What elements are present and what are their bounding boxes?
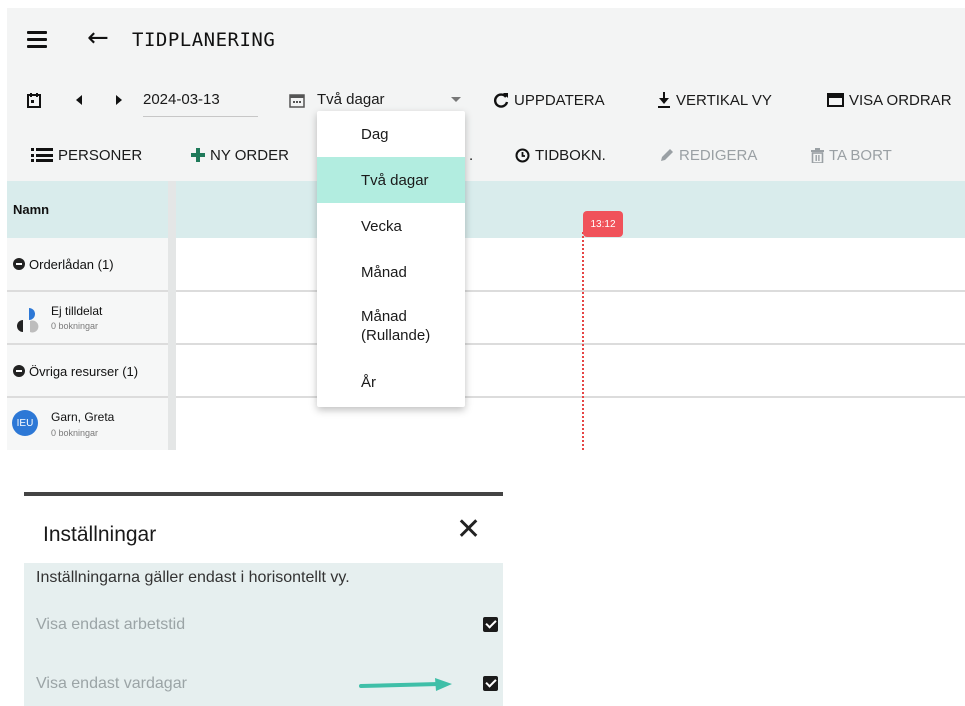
menu-item-two-days[interactable]: Två dagar — [317, 157, 465, 203]
vertical-view-button[interactable]: VERTIKAL VY — [657, 83, 772, 117]
delete-button[interactable]: TA BORT — [811, 138, 892, 172]
refresh-button[interactable]: UPPDATERA — [493, 83, 605, 117]
booking-count: 0 bokningar — [51, 428, 99, 438]
schedule-grid: Orderlådan (1) Ej tilldelat 0 bokningar … — [7, 238, 965, 450]
calendar-today-icon[interactable] — [27, 83, 41, 117]
vertical-view-label: VERTIKAL VY — [676, 91, 772, 109]
edit-label: REDIGERA — [679, 146, 758, 164]
table-row[interactable]: Ej tilldelat 0 bokningar — [7, 292, 965, 343]
refresh-label: UPPDATERA — [514, 91, 605, 109]
date-field[interactable]: 2024-03-13 — [143, 83, 258, 117]
settings-info-text: Inställningarna gäller endast i horisont… — [36, 569, 350, 586]
persons-button[interactable]: PERSONER — [31, 138, 142, 172]
working-hours-checkbox[interactable] — [483, 617, 498, 632]
new-order-button[interactable]: NY ORDER — [191, 138, 289, 172]
calendar-icon — [289, 83, 305, 117]
menu-item-year[interactable]: År — [317, 357, 465, 407]
menu-item-month-rolling[interactable]: Månad (Rullande) — [317, 295, 457, 357]
previous-day-icon[interactable] — [75, 83, 83, 117]
table-row[interactable]: Övriga resurser (1) — [7, 345, 965, 396]
setting-working-hours: Visa endast arbetstid — [36, 613, 498, 639]
show-orders-label: VISA ORDRAR — [849, 91, 952, 109]
show-orders-button[interactable]: VISA ORDRAR — [827, 83, 952, 117]
current-time-line — [582, 232, 584, 450]
app-header: ← TIDPLANERING — [7, 20, 965, 60]
setting-label: Visa endast vardagar — [36, 675, 187, 692]
name-column-divider[interactable] — [168, 181, 176, 450]
settings-title: Inställningar — [43, 523, 157, 546]
time-planning-panel: ← TIDPLANERING 2024-03-13 Två dagar UPPD… — [7, 8, 965, 450]
settings-dialog: Inställningar ✕ Inställningarna gäller e… — [24, 492, 503, 706]
chevron-down-icon — [451, 97, 461, 102]
row-label: Orderlådan (1) — [29, 257, 114, 272]
persons-label: PERSONER — [58, 146, 143, 164]
menu-item-week[interactable]: Vecka — [317, 203, 465, 249]
menu-item-month[interactable]: Månad — [317, 249, 465, 295]
booking-count: 0 bokningar — [51, 321, 99, 331]
page-title: TIDPLANERING — [132, 29, 276, 51]
unassigned-logo-icon — [17, 308, 39, 333]
weekdays-checkbox[interactable] — [483, 676, 498, 691]
menu-item-day[interactable]: Dag — [317, 111, 465, 157]
view-select-value: Två dagar — [317, 90, 385, 108]
next-day-icon[interactable] — [115, 83, 123, 117]
date-value: 2024-03-13 — [143, 91, 220, 108]
date-toolbar: 2024-03-13 Två dagar UPPDATERA VERTIKAL … — [7, 83, 965, 117]
row-label: Övriga resurser (1) — [29, 364, 139, 379]
time-booking-label: TIDBOKN. — [535, 146, 606, 164]
collapse-icon[interactable] — [13, 365, 25, 377]
row-label: Garn, Greta — [51, 410, 115, 424]
row-label: Ej tilldelat — [51, 304, 103, 318]
delete-label: TA BORT — [829, 146, 892, 164]
back-arrow-icon[interactable]: ← — [87, 24, 109, 52]
setting-label: Visa endast arbetstid — [36, 616, 186, 633]
annotation-arrow-icon — [359, 678, 452, 691]
hidden-button-fragment: . — [469, 146, 474, 164]
schedule-header: Namn — [7, 181, 965, 238]
edit-button[interactable]: REDIGERA — [659, 138, 757, 172]
close-icon[interactable]: ✕ — [456, 514, 481, 546]
menu-icon[interactable] — [27, 31, 47, 48]
new-order-label: NY ORDER — [210, 146, 289, 164]
table-row[interactable]: IEU Garn, Greta 0 bokningar — [7, 398, 965, 450]
collapse-icon[interactable] — [13, 258, 25, 270]
action-toolbar: PERSONER NY ORDER . TIDBOKN. REDIGERA TA… — [7, 138, 965, 172]
time-booking-button[interactable]: TIDBOKN. — [515, 138, 606, 172]
name-column-header: Namn — [13, 202, 50, 217]
view-dropdown-menu: Dag Två dagar Vecka Månad Månad (Rulland… — [317, 111, 465, 407]
avatar: IEU — [12, 410, 38, 436]
table-row[interactable]: Orderlådan (1) — [7, 238, 965, 290]
current-time-badge: 13:12 — [583, 211, 623, 237]
